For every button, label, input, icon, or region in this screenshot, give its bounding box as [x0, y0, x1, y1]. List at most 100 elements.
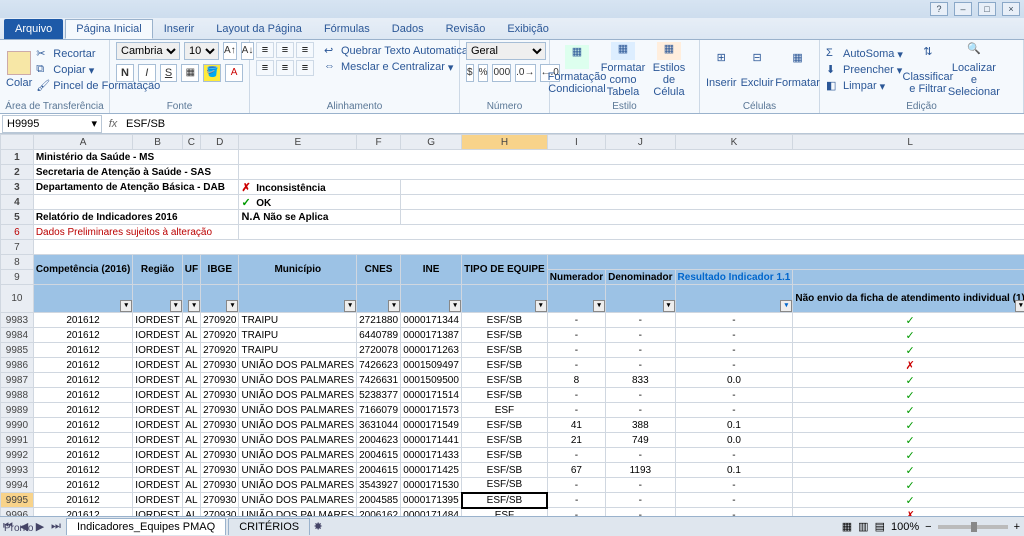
data-cell[interactable]: ESF/SB — [462, 448, 548, 463]
data-cell[interactable]: - — [675, 313, 793, 328]
font-color-button[interactable]: A — [225, 64, 243, 82]
data-cell[interactable]: UNIÃO DOS PALMARES — [239, 448, 357, 463]
data-cell[interactable]: - — [547, 508, 605, 517]
sheet-tab-2[interactable]: CRITÉRIOS — [228, 518, 310, 535]
data-cell[interactable]: ✓ — [793, 478, 1024, 493]
data-cell[interactable]: 270920 — [201, 313, 239, 328]
data-cell[interactable]: 270930 — [201, 433, 239, 448]
data-cell[interactable]: IORDEST — [133, 433, 182, 448]
zoom-in-button[interactable]: + — [1014, 521, 1020, 533]
data-cell[interactable]: 0001509497 — [401, 358, 462, 373]
filter-icon[interactable]: ▾ — [188, 300, 200, 312]
data-cell[interactable]: 2004615 — [357, 463, 401, 478]
formula-input[interactable]: ESF/SB — [122, 118, 1024, 130]
data-cell[interactable]: 270930 — [201, 463, 239, 478]
data-cell[interactable]: - — [675, 448, 793, 463]
data-cell[interactable]: - — [547, 478, 605, 493]
font-size-select[interactable]: 10 — [184, 42, 219, 60]
col-header[interactable]: C — [182, 135, 200, 150]
data-cell[interactable]: 270930 — [201, 403, 239, 418]
data-cell[interactable]: 0000171514 — [401, 388, 462, 403]
data-cell[interactable]: 7426623 — [357, 358, 401, 373]
data-cell[interactable]: IORDEST — [133, 373, 182, 388]
data-cell[interactable]: - — [606, 343, 675, 358]
data-cell[interactable]: 833 — [606, 373, 675, 388]
data-cell[interactable]: ESF/SB — [462, 313, 548, 328]
data-cell[interactable]: AL — [182, 478, 200, 493]
border-button[interactable]: ▦ — [181, 64, 199, 82]
row-header[interactable]: 9989 — [1, 403, 34, 418]
data-cell[interactable]: 201612 — [33, 493, 132, 508]
data-cell[interactable]: ESF/SB — [462, 343, 548, 358]
row-header[interactable]: 9994 — [1, 478, 34, 493]
data-cell[interactable]: 21 — [547, 433, 605, 448]
data-cell[interactable]: 270930 — [201, 448, 239, 463]
data-cell[interactable]: TRAIPU — [239, 313, 357, 328]
underline-button[interactable]: S — [160, 64, 178, 82]
row-header[interactable]: 9995 — [1, 493, 34, 508]
data-cell[interactable]: 0000171484 — [401, 508, 462, 517]
data-cell[interactable]: 201612 — [33, 403, 132, 418]
zoom-slider[interactable] — [938, 525, 1008, 529]
data-cell[interactable]: AL — [182, 328, 200, 343]
data-cell[interactable]: ✓ — [793, 418, 1024, 433]
data-cell[interactable]: - — [606, 328, 675, 343]
col-header[interactable]: E — [239, 135, 357, 150]
row-header[interactable]: 9990 — [1, 418, 34, 433]
row-header[interactable]: 9991 — [1, 433, 34, 448]
data-cell[interactable]: 0000171530 — [401, 478, 462, 493]
data-cell[interactable]: ✓ — [793, 388, 1024, 403]
minimize-button[interactable]: – — [954, 2, 972, 16]
data-cell[interactable]: IORDEST — [133, 358, 182, 373]
col-header[interactable]: L — [793, 135, 1024, 150]
row-header[interactable]: 1 — [1, 150, 34, 165]
data-cell[interactable]: AL — [182, 313, 200, 328]
data-cell[interactable]: 0000171433 — [401, 448, 462, 463]
filter-cell[interactable]: ▾ — [239, 285, 357, 313]
data-cell[interactable]: ESF — [462, 508, 548, 517]
data-cell[interactable]: AL — [182, 388, 200, 403]
data-cell[interactable]: ✓ — [793, 373, 1024, 388]
data-cell[interactable]: 270930 — [201, 508, 239, 517]
data-cell[interactable]: 201612 — [33, 463, 132, 478]
filter-icon[interactable]: ▾ — [449, 300, 461, 312]
data-cell[interactable]: ESF/SB — [462, 463, 548, 478]
thousands-button[interactable]: 000 — [492, 64, 511, 82]
data-cell[interactable]: 7166079 — [357, 403, 401, 418]
filter-cell[interactable]: ▾ — [462, 285, 548, 313]
bold-button[interactable]: N — [116, 64, 134, 82]
tab-layout[interactable]: Layout da Página — [205, 19, 313, 39]
data-cell[interactable]: AL — [182, 433, 200, 448]
col-header[interactable]: D — [201, 135, 239, 150]
data-cell[interactable]: 201612 — [33, 373, 132, 388]
cond-format-button[interactable]: ▦Formatação Condicional — [556, 42, 598, 98]
data-cell[interactable]: 201612 — [33, 508, 132, 517]
col-header[interactable]: I — [547, 135, 605, 150]
view-break-button[interactable]: ▤ — [875, 520, 885, 533]
data-cell[interactable]: UNIÃO DOS PALMARES — [239, 433, 357, 448]
data-cell[interactable]: - — [547, 403, 605, 418]
data-cell[interactable]: ESF/SB — [462, 478, 548, 493]
data-cell[interactable]: IORDEST — [133, 448, 182, 463]
data-cell[interactable]: UNIÃO DOS PALMARES — [239, 463, 357, 478]
grid[interactable]: ABCDEFGHIJKLMNOP1Ministério da Saúde - M… — [0, 134, 1024, 516]
data-cell[interactable]: ✓ — [793, 343, 1024, 358]
data-cell[interactable]: - — [606, 478, 675, 493]
data-cell[interactable]: - — [547, 493, 605, 508]
filter-cell[interactable]: ▾ — [401, 285, 462, 313]
filter-cell[interactable]: ▾ — [357, 285, 401, 313]
col-header[interactable]: J — [606, 135, 675, 150]
filter-cell[interactable]: ▾ — [33, 285, 132, 313]
data-cell[interactable]: 201612 — [33, 358, 132, 373]
data-cell[interactable]: ✓ — [793, 328, 1024, 343]
data-cell[interactable]: 270930 — [201, 478, 239, 493]
data-cell[interactable]: AL — [182, 448, 200, 463]
data-cell[interactable]: UNIÃO DOS PALMARES — [239, 493, 357, 508]
data-cell[interactable]: 3631044 — [357, 418, 401, 433]
tab-view[interactable]: Exibição — [496, 19, 560, 39]
tab-data[interactable]: Dados — [381, 19, 435, 39]
data-cell[interactable]: - — [547, 313, 605, 328]
data-cell[interactable]: - — [675, 493, 793, 508]
data-cell[interactable]: - — [675, 478, 793, 493]
data-cell[interactable]: 201612 — [33, 478, 132, 493]
